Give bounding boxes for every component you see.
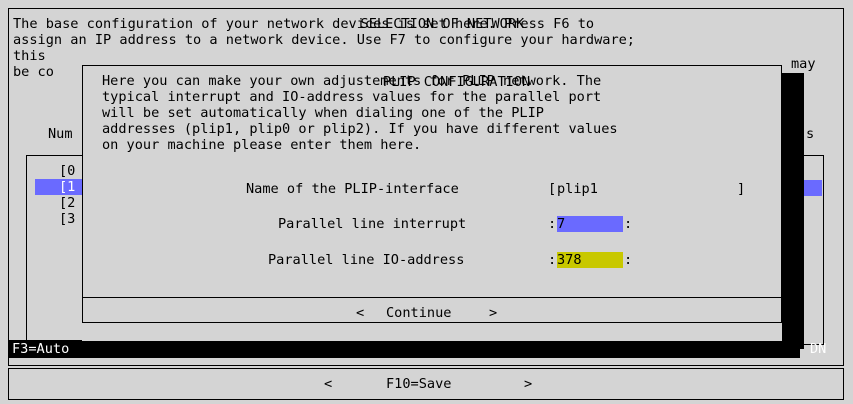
dialog-text-line: Here you can make your own adjustements … (102, 73, 602, 89)
background-window-title: SELECTION OF NETWORK (358, 16, 527, 32)
intro-partial-beco: be co (13, 64, 54, 80)
plip-config-dialog: PLIP CONFIGURATION Here you can make you… (82, 65, 782, 341)
intro-partial-may: may (791, 56, 816, 72)
dialog-separator (82, 297, 782, 298)
interrupt-field[interactable]: 7 (557, 216, 623, 232)
device-list-item[interactable]: [3 (59, 211, 75, 227)
device-list-item[interactable]: [0 (59, 163, 75, 179)
selected-row-highlight-right (804, 180, 822, 196)
interface-name-label: Name of the PLIP-interface (246, 181, 459, 197)
continue-next-arrow[interactable]: > (489, 305, 497, 321)
dialog-text-line: addresses (plip1, plip0 or plip2). If yo… (102, 121, 618, 137)
device-list-item-selected[interactable]: [1 (35, 179, 83, 195)
dialog-text-line: typical interrupt and IO-address values … (102, 89, 602, 105)
interface-bracket-open: [ (548, 181, 557, 197)
continue-prev-arrow[interactable]: < (356, 305, 364, 321)
column-header-num: Num (48, 126, 73, 142)
device-list-item[interactable]: [2 (59, 195, 75, 211)
column-header-partial: s (806, 126, 815, 142)
io-address-field[interactable]: 378 (557, 252, 623, 268)
continue-button[interactable]: Continue (386, 305, 451, 321)
interface-name-field[interactable]: plip1 (557, 181, 737, 197)
interrupt-colon-right: : (624, 216, 633, 232)
io-address-colon-right: : (624, 252, 633, 268)
intro-line-1: The base configuration of your network d… (13, 16, 595, 32)
dialog-text-line: will be set automatically when dialing o… (102, 105, 544, 121)
interface-bracket-close: ] (737, 181, 746, 197)
bottom-next-button[interactable]: > (524, 376, 532, 392)
intro-partial-this: this (13, 48, 46, 64)
interrupt-colon-left: : (548, 216, 557, 232)
dialog-title: PLIP CONFIGURATION (380, 74, 533, 90)
dialog-text-line: on your machine please enter them here. (102, 137, 422, 153)
interrupt-label: Parallel line interrupt (278, 216, 467, 232)
f3-auto-hint[interactable]: F3=Auto (12, 341, 69, 357)
bottom-prev-button[interactable]: < (324, 376, 332, 392)
io-address-label: Parallel line IO-address (268, 252, 465, 268)
intro-line-2: assign an IP address to a network device… (13, 32, 635, 48)
status-bar-right-partial: DN (810, 341, 827, 357)
io-address-colon-left: : (548, 252, 557, 268)
save-button[interactable]: F10=Save (386, 376, 451, 392)
